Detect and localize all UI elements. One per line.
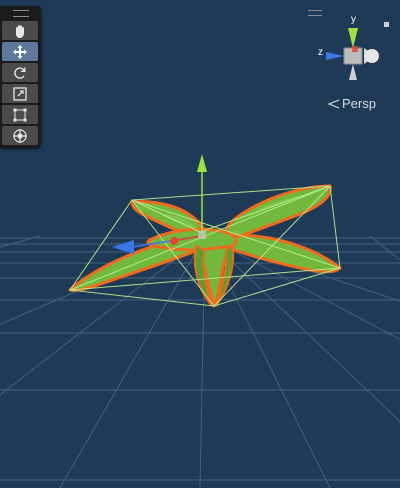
tool-palette xyxy=(0,6,41,148)
leaf-back-right xyxy=(224,184,332,242)
hand-tool-button[interactable] xyxy=(2,21,38,40)
y-cone-icon[interactable] xyxy=(348,28,358,48)
y-axis-arrow-icon[interactable] xyxy=(197,154,207,172)
projection-toggle[interactable]: Persp xyxy=(328,96,376,111)
scale-icon xyxy=(13,86,27,101)
rect-transform-icon xyxy=(13,108,27,121)
transform-icon xyxy=(13,128,27,143)
tool-palette-grip[interactable] xyxy=(13,10,29,17)
center-handle[interactable] xyxy=(198,231,206,239)
z-cone-icon[interactable] xyxy=(326,52,344,60)
hand-icon xyxy=(16,24,24,38)
move-icon xyxy=(13,44,27,59)
neg-y-cone-icon[interactable] xyxy=(349,64,357,80)
z-axis-label: z xyxy=(318,47,323,58)
rotate-icon xyxy=(14,66,26,79)
scale-tool-button[interactable] xyxy=(2,84,38,103)
perspective-icon xyxy=(328,98,340,109)
rotate-tool-button[interactable] xyxy=(2,63,38,82)
y-axis-label: y xyxy=(351,14,356,25)
transform-tool-button[interactable] xyxy=(2,126,38,145)
projection-label: Persp xyxy=(342,96,376,111)
x-axis-handle-icon[interactable] xyxy=(170,237,178,245)
rect-tool-button[interactable] xyxy=(2,105,38,124)
move-tool-button[interactable] xyxy=(2,42,38,61)
leaf-right xyxy=(224,234,342,274)
plant-model[interactable] xyxy=(68,184,342,308)
